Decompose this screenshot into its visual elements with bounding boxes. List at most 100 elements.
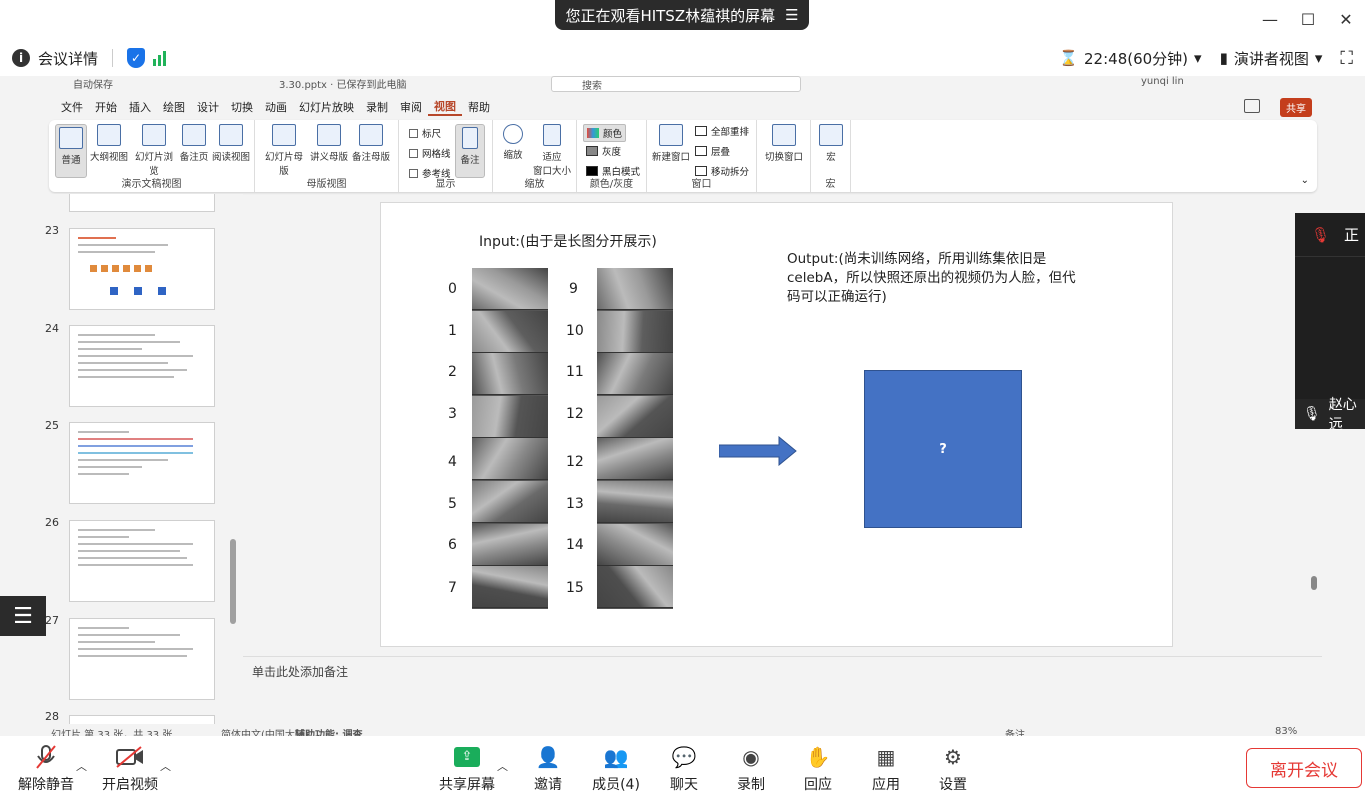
view-normal-button[interactable]: 普通 bbox=[55, 124, 87, 178]
zoom-level[interactable]: 83% bbox=[1275, 726, 1297, 736]
view-outline-button[interactable]: 大纲视图 bbox=[89, 124, 129, 163]
slide-master-button[interactable]: 幻灯片母版 bbox=[261, 124, 307, 177]
record-button[interactable]: ◉ 录制 bbox=[731, 744, 771, 794]
close-icon[interactable]: ✕ bbox=[1327, 10, 1365, 29]
leave-meeting-button[interactable]: 离开会议 bbox=[1246, 748, 1362, 788]
thumbnails-scrollbar[interactable] bbox=[229, 194, 237, 724]
handout-master-button[interactable]: 讲义母版 bbox=[309, 124, 349, 163]
comment-icon[interactable] bbox=[1244, 99, 1260, 113]
fit-window-button[interactable]: 适应 窗口大小 bbox=[529, 124, 575, 177]
record-icon: ◉ bbox=[742, 745, 760, 769]
ppt-share-button[interactable]: 共享 bbox=[1280, 98, 1312, 117]
start-video-button[interactable]: 开启视频 bbox=[100, 744, 160, 794]
grayscale-button[interactable]: 灰度 bbox=[586, 144, 621, 158]
slide-thumbnail[interactable] bbox=[69, 618, 215, 700]
menu-transitions[interactable]: 切换 bbox=[225, 99, 259, 115]
video-frame bbox=[472, 523, 548, 566]
security-shield-icon[interactable]: ✓ bbox=[127, 48, 146, 68]
output-title: Output:(尚未训练网络，所用训练集依旧是celebA，所以快照还原出的视频… bbox=[787, 251, 1076, 305]
notes-status[interactable]: 备注 bbox=[1005, 726, 1025, 736]
minimize-icon[interactable]: — bbox=[1251, 10, 1289, 29]
switch-window-button[interactable]: 切换窗口 bbox=[761, 124, 807, 163]
chevron-up-icon[interactable]: ︿ bbox=[160, 758, 171, 774]
slide-thumbnail[interactable] bbox=[69, 325, 215, 407]
meeting-details-label[interactable]: 会议详情 bbox=[38, 48, 98, 69]
meeting-toolbar: 解除静音 ︿ 开启视频 ︿ ⇪ 共享屏幕 ︿ 👤 邀请 👥 成员(4) 💬 聊天… bbox=[0, 736, 1365, 802]
new-window-button[interactable]: 新建窗口 bbox=[651, 124, 691, 163]
maximize-icon[interactable]: ☐ bbox=[1289, 10, 1327, 29]
frame-index: 12 bbox=[566, 454, 584, 470]
macro-button[interactable]: 宏 bbox=[817, 124, 845, 163]
slide-thumbnail[interactable] bbox=[69, 194, 215, 212]
invite-button[interactable]: 👤 邀请 bbox=[528, 744, 568, 794]
zoom-button[interactable]: 缩放 bbox=[499, 124, 527, 161]
video-frame bbox=[472, 438, 548, 481]
menu-help[interactable]: 帮助 bbox=[462, 99, 496, 115]
view-notes-page-button[interactable]: 备注页 bbox=[179, 124, 209, 163]
chat-icon: 💬 bbox=[671, 745, 697, 769]
cascade-button[interactable]: 层叠 bbox=[695, 144, 730, 158]
collapse-ribbon-icon[interactable]: ⌄ bbox=[1301, 175, 1309, 186]
menu-home[interactable]: 开始 bbox=[89, 99, 123, 115]
menu-insert[interactable]: 插入 bbox=[123, 99, 157, 115]
accessibility[interactable]: 辅助功能: 调查 bbox=[295, 726, 362, 736]
speaker-tile[interactable]: 🎙 赵心远 bbox=[1295, 397, 1365, 433]
autosave-label[interactable]: 自动保存 bbox=[73, 76, 113, 91]
frame-index: 11 bbox=[566, 364, 584, 380]
menu-icon[interactable]: ☰ bbox=[785, 6, 798, 24]
slide-canvas[interactable]: Input:(由于是长图分开展示) Output:(尚未训练网络，所用训练集依旧… bbox=[380, 202, 1173, 647]
info-icon: i bbox=[12, 49, 30, 67]
file-name[interactable]: 3.30.pptx · 已保存到此电脑 bbox=[279, 76, 407, 91]
notes-toggle-button[interactable]: 备注 bbox=[455, 124, 485, 178]
window-controls: — ☐ ✕ bbox=[1251, 0, 1365, 38]
chevron-up-icon[interactable]: ︿ bbox=[497, 758, 508, 774]
ppt-menu-bar: 文件 开始 插入 绘图 设计 切换 动画 幻灯片放映 录制 审阅 视图 帮助 bbox=[43, 96, 1322, 118]
add-user-icon: 👤 bbox=[535, 745, 561, 769]
ruler-checkbox[interactable]: 标尺 bbox=[409, 126, 441, 140]
share-screen-button[interactable]: ⇪ 共享屏幕 bbox=[437, 744, 497, 794]
camera-off-icon bbox=[115, 744, 145, 770]
apps-button[interactable]: ▦ 应用 bbox=[866, 744, 906, 794]
color-button[interactable]: 颜色 bbox=[583, 124, 627, 142]
slide-thumbnail[interactable] bbox=[69, 422, 215, 504]
frame-index: 13 bbox=[566, 496, 584, 512]
menu-draw[interactable]: 绘图 bbox=[157, 99, 191, 115]
side-menu-icon[interactable]: ☰ bbox=[0, 596, 46, 636]
menu-record[interactable]: 录制 bbox=[360, 99, 394, 115]
members-button[interactable]: 👥 成员(4) bbox=[590, 744, 642, 794]
menu-slideshow[interactable]: 幻灯片放映 bbox=[293, 99, 360, 115]
notes-master-button[interactable]: 备注母版 bbox=[351, 124, 391, 163]
chat-button[interactable]: 💬 聊天 bbox=[664, 744, 704, 794]
menu-view[interactable]: 视图 bbox=[428, 98, 462, 116]
slide-thumbnail[interactable] bbox=[69, 715, 215, 724]
menu-review[interactable]: 审阅 bbox=[394, 99, 428, 115]
fullscreen-icon[interactable]: ⛶ bbox=[1340, 48, 1353, 69]
menu-animations[interactable]: 动画 bbox=[259, 99, 293, 115]
timer[interactable]: ⌛ 22:48(60分钟) ▾ bbox=[1059, 48, 1201, 69]
video-tile-top[interactable]: 🎙 正 bbox=[1295, 213, 1365, 257]
view-slide-sorter-button[interactable]: 幻灯片浏览 bbox=[131, 124, 177, 177]
ribbon-group-color: 颜色 灰度 黑白模式 颜色/灰度 bbox=[577, 120, 647, 192]
arrange-all-button[interactable]: 全部重排 bbox=[695, 124, 749, 138]
timer-text: 22:48(60分钟) bbox=[1084, 49, 1189, 68]
screen-share-banner[interactable]: 您正在观看HITSZ林蕴祺的屏幕 ☰ bbox=[555, 0, 809, 30]
network-signal-icon[interactable] bbox=[153, 50, 167, 66]
settings-button[interactable]: ⚙ 设置 bbox=[933, 744, 973, 794]
meeting-info[interactable]: i 会议详情 ✓ bbox=[12, 48, 167, 69]
chevron-up-icon[interactable]: ︿ bbox=[76, 758, 87, 774]
view-reading-button[interactable]: 阅读视图 bbox=[211, 124, 251, 163]
notes-pane[interactable]: 单击此处添加备注 bbox=[243, 656, 1322, 726]
mic-icon: 🎙 bbox=[1303, 406, 1321, 422]
menu-design[interactable]: 设计 bbox=[191, 99, 225, 115]
user-name[interactable]: yunqi lin bbox=[1141, 76, 1184, 87]
view-switch[interactable]: ▮ 演讲者视图 ▾ bbox=[1220, 48, 1323, 69]
video-frame bbox=[472, 268, 548, 310]
gridlines-checkbox[interactable]: 网格线 bbox=[409, 146, 451, 160]
react-button[interactable]: ✋ 回应 bbox=[798, 744, 838, 794]
input-frames-strip-right bbox=[597, 268, 673, 609]
menu-file[interactable]: 文件 bbox=[55, 99, 89, 115]
slide-thumbnail[interactable] bbox=[69, 228, 215, 310]
slide-thumbnail[interactable] bbox=[69, 520, 215, 602]
unmute-button[interactable]: 解除静音 bbox=[16, 744, 76, 794]
search-box[interactable]: 搜索 bbox=[551, 76, 801, 92]
